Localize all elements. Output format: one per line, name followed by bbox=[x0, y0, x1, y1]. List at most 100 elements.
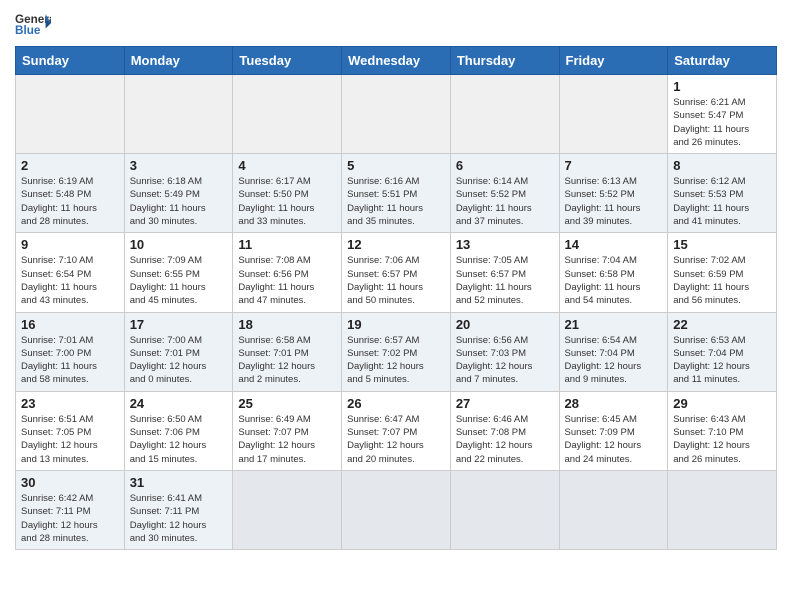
day-number: 8 bbox=[673, 158, 771, 173]
calendar-day: 23 Sunrise: 6:51 AM Sunset: 7:05 PM Dayli… bbox=[16, 391, 125, 470]
weekday-header-saturday: Saturday bbox=[668, 47, 777, 75]
calendar-week-5: 23 Sunrise: 6:51 AM Sunset: 7:05 PM Dayli… bbox=[16, 391, 777, 470]
weekday-header-tuesday: Tuesday bbox=[233, 47, 342, 75]
day-info: Sunrise: 6:57 AM Sunset: 7:02 PM Dayligh… bbox=[347, 334, 445, 387]
day-info: Sunrise: 7:01 AM Sunset: 7:00 PM Dayligh… bbox=[21, 334, 119, 387]
day-info: Sunrise: 6:19 AM Sunset: 5:48 PM Dayligh… bbox=[21, 175, 119, 228]
day-info: Sunrise: 6:12 AM Sunset: 5:53 PM Dayligh… bbox=[673, 175, 771, 228]
day-info: Sunrise: 6:46 AM Sunset: 7:08 PM Dayligh… bbox=[456, 413, 554, 466]
day-info: Sunrise: 6:41 AM Sunset: 7:11 PM Dayligh… bbox=[130, 492, 228, 545]
day-info: Sunrise: 7:10 AM Sunset: 6:54 PM Dayligh… bbox=[21, 254, 119, 307]
weekday-header-sunday: Sunday bbox=[16, 47, 125, 75]
day-info: Sunrise: 6:14 AM Sunset: 5:52 PM Dayligh… bbox=[456, 175, 554, 228]
calendar-day bbox=[342, 470, 451, 549]
day-info: Sunrise: 7:06 AM Sunset: 6:57 PM Dayligh… bbox=[347, 254, 445, 307]
calendar-day: 11 Sunrise: 7:08 AM Sunset: 6:56 PM Dayli… bbox=[233, 233, 342, 312]
day-info: Sunrise: 7:00 AM Sunset: 7:01 PM Dayligh… bbox=[130, 334, 228, 387]
calendar-day: 29Sunrise: 6:43 AM Sunset: 7:10 PM Dayli… bbox=[668, 391, 777, 470]
day-number: 6 bbox=[456, 158, 554, 173]
calendar-day: 22 Sunrise: 6:53 AM Sunset: 7:04 PM Dayli… bbox=[668, 312, 777, 391]
day-info: Sunrise: 6:56 AM Sunset: 7:03 PM Dayligh… bbox=[456, 334, 554, 387]
calendar-day: 20 Sunrise: 6:56 AM Sunset: 7:03 PM Dayli… bbox=[450, 312, 559, 391]
day-number: 10 bbox=[130, 237, 228, 252]
calendar-day: 17 Sunrise: 7:00 AM Sunset: 7:01 PM Dayli… bbox=[124, 312, 233, 391]
day-info: Sunrise: 6:54 AM Sunset: 7:04 PM Dayligh… bbox=[565, 334, 663, 387]
calendar-day: 7Sunrise: 6:13 AM Sunset: 5:52 PM Daylig… bbox=[559, 154, 668, 233]
day-info: Sunrise: 6:16 AM Sunset: 5:51 PM Dayligh… bbox=[347, 175, 445, 228]
calendar-day: 16Sunrise: 7:01 AM Sunset: 7:00 PM Dayli… bbox=[16, 312, 125, 391]
calendar-day: 14 Sunrise: 7:04 AM Sunset: 6:58 PM Dayli… bbox=[559, 233, 668, 312]
day-number: 23 bbox=[21, 396, 119, 411]
logo: General Blue bbox=[15, 10, 51, 38]
day-number: 18 bbox=[238, 317, 336, 332]
day-number: 7 bbox=[565, 158, 663, 173]
day-number: 22 bbox=[673, 317, 771, 332]
day-info: Sunrise: 7:02 AM Sunset: 6:59 PM Dayligh… bbox=[673, 254, 771, 307]
calendar-week-2: 2 Sunrise: 6:19 AM Sunset: 5:48 PM Daylig… bbox=[16, 154, 777, 233]
calendar-day: 27 Sunrise: 6:46 AM Sunset: 7:08 PM Dayli… bbox=[450, 391, 559, 470]
day-info: Sunrise: 7:04 AM Sunset: 6:58 PM Dayligh… bbox=[565, 254, 663, 307]
calendar-day: 2 Sunrise: 6:19 AM Sunset: 5:48 PM Daylig… bbox=[16, 154, 125, 233]
day-info: Sunrise: 6:58 AM Sunset: 7:01 PM Dayligh… bbox=[238, 334, 336, 387]
calendar-table: SundayMondayTuesdayWednesdayThursdayFrid… bbox=[15, 46, 777, 550]
day-number: 20 bbox=[456, 317, 554, 332]
weekday-header-row: SundayMondayTuesdayWednesdayThursdayFrid… bbox=[16, 47, 777, 75]
day-number: 25 bbox=[238, 396, 336, 411]
day-number: 28 bbox=[565, 396, 663, 411]
day-number: 5 bbox=[347, 158, 445, 173]
calendar-day: 26 Sunrise: 6:47 AM Sunset: 7:07 PM Dayli… bbox=[342, 391, 451, 470]
calendar-day bbox=[233, 75, 342, 154]
day-number: 2 bbox=[21, 158, 119, 173]
day-number: 11 bbox=[238, 237, 336, 252]
calendar-day: 4Sunrise: 6:17 AM Sunset: 5:50 PM Daylig… bbox=[233, 154, 342, 233]
day-number: 17 bbox=[130, 317, 228, 332]
calendar-day: 24 Sunrise: 6:50 AM Sunset: 7:06 PM Dayli… bbox=[124, 391, 233, 470]
calendar-week-4: 16Sunrise: 7:01 AM Sunset: 7:00 PM Dayli… bbox=[16, 312, 777, 391]
day-number: 14 bbox=[565, 237, 663, 252]
calendar-day bbox=[16, 75, 125, 154]
calendar-day bbox=[233, 470, 342, 549]
day-number: 30 bbox=[21, 475, 119, 490]
day-number: 27 bbox=[456, 396, 554, 411]
logo-icon: General Blue bbox=[15, 10, 51, 38]
calendar-week-1: 1 Sunrise: 6:21 AM Sunset: 5:47 PM Daylig… bbox=[16, 75, 777, 154]
day-info: Sunrise: 6:17 AM Sunset: 5:50 PM Dayligh… bbox=[238, 175, 336, 228]
calendar-day: 10 Sunrise: 7:09 AM Sunset: 6:55 PM Dayli… bbox=[124, 233, 233, 312]
day-info: Sunrise: 6:53 AM Sunset: 7:04 PM Dayligh… bbox=[673, 334, 771, 387]
calendar-day: 25Sunrise: 6:49 AM Sunset: 7:07 PM Dayli… bbox=[233, 391, 342, 470]
calendar-day: 6 Sunrise: 6:14 AM Sunset: 5:52 PM Daylig… bbox=[450, 154, 559, 233]
calendar-day: 21 Sunrise: 6:54 AM Sunset: 7:04 PM Dayli… bbox=[559, 312, 668, 391]
calendar-day: 1 Sunrise: 6:21 AM Sunset: 5:47 PM Daylig… bbox=[668, 75, 777, 154]
svg-text:Blue: Blue bbox=[15, 24, 41, 37]
calendar-day: 13 Sunrise: 7:05 AM Sunset: 6:57 PM Dayli… bbox=[450, 233, 559, 312]
day-number: 21 bbox=[565, 317, 663, 332]
day-number: 1 bbox=[673, 79, 771, 94]
weekday-header-friday: Friday bbox=[559, 47, 668, 75]
calendar-day: 15 Sunrise: 7:02 AM Sunset: 6:59 PM Dayli… bbox=[668, 233, 777, 312]
day-info: Sunrise: 7:08 AM Sunset: 6:56 PM Dayligh… bbox=[238, 254, 336, 307]
day-number: 31 bbox=[130, 475, 228, 490]
weekday-header-thursday: Thursday bbox=[450, 47, 559, 75]
calendar-day bbox=[559, 470, 668, 549]
day-number: 24 bbox=[130, 396, 228, 411]
day-number: 26 bbox=[347, 396, 445, 411]
calendar-day: 31 Sunrise: 6:41 AM Sunset: 7:11 PM Dayli… bbox=[124, 470, 233, 549]
day-info: Sunrise: 6:51 AM Sunset: 7:05 PM Dayligh… bbox=[21, 413, 119, 466]
day-number: 13 bbox=[456, 237, 554, 252]
calendar-week-6: 30Sunrise: 6:42 AM Sunset: 7:11 PM Dayli… bbox=[16, 470, 777, 549]
day-info: Sunrise: 6:43 AM Sunset: 7:10 PM Dayligh… bbox=[673, 413, 771, 466]
day-info: Sunrise: 6:21 AM Sunset: 5:47 PM Dayligh… bbox=[673, 96, 771, 149]
calendar-day bbox=[668, 470, 777, 549]
day-info: Sunrise: 6:47 AM Sunset: 7:07 PM Dayligh… bbox=[347, 413, 445, 466]
calendar-day bbox=[450, 470, 559, 549]
day-info: Sunrise: 7:09 AM Sunset: 6:55 PM Dayligh… bbox=[130, 254, 228, 307]
calendar-week-3: 9Sunrise: 7:10 AM Sunset: 6:54 PM Daylig… bbox=[16, 233, 777, 312]
day-number: 15 bbox=[673, 237, 771, 252]
day-info: Sunrise: 7:05 AM Sunset: 6:57 PM Dayligh… bbox=[456, 254, 554, 307]
calendar-day: 18 Sunrise: 6:58 AM Sunset: 7:01 PM Dayli… bbox=[233, 312, 342, 391]
page-header: General Blue bbox=[15, 10, 777, 38]
day-info: Sunrise: 6:50 AM Sunset: 7:06 PM Dayligh… bbox=[130, 413, 228, 466]
day-info: Sunrise: 6:45 AM Sunset: 7:09 PM Dayligh… bbox=[565, 413, 663, 466]
calendar-day bbox=[342, 75, 451, 154]
day-info: Sunrise: 6:18 AM Sunset: 5:49 PM Dayligh… bbox=[130, 175, 228, 228]
